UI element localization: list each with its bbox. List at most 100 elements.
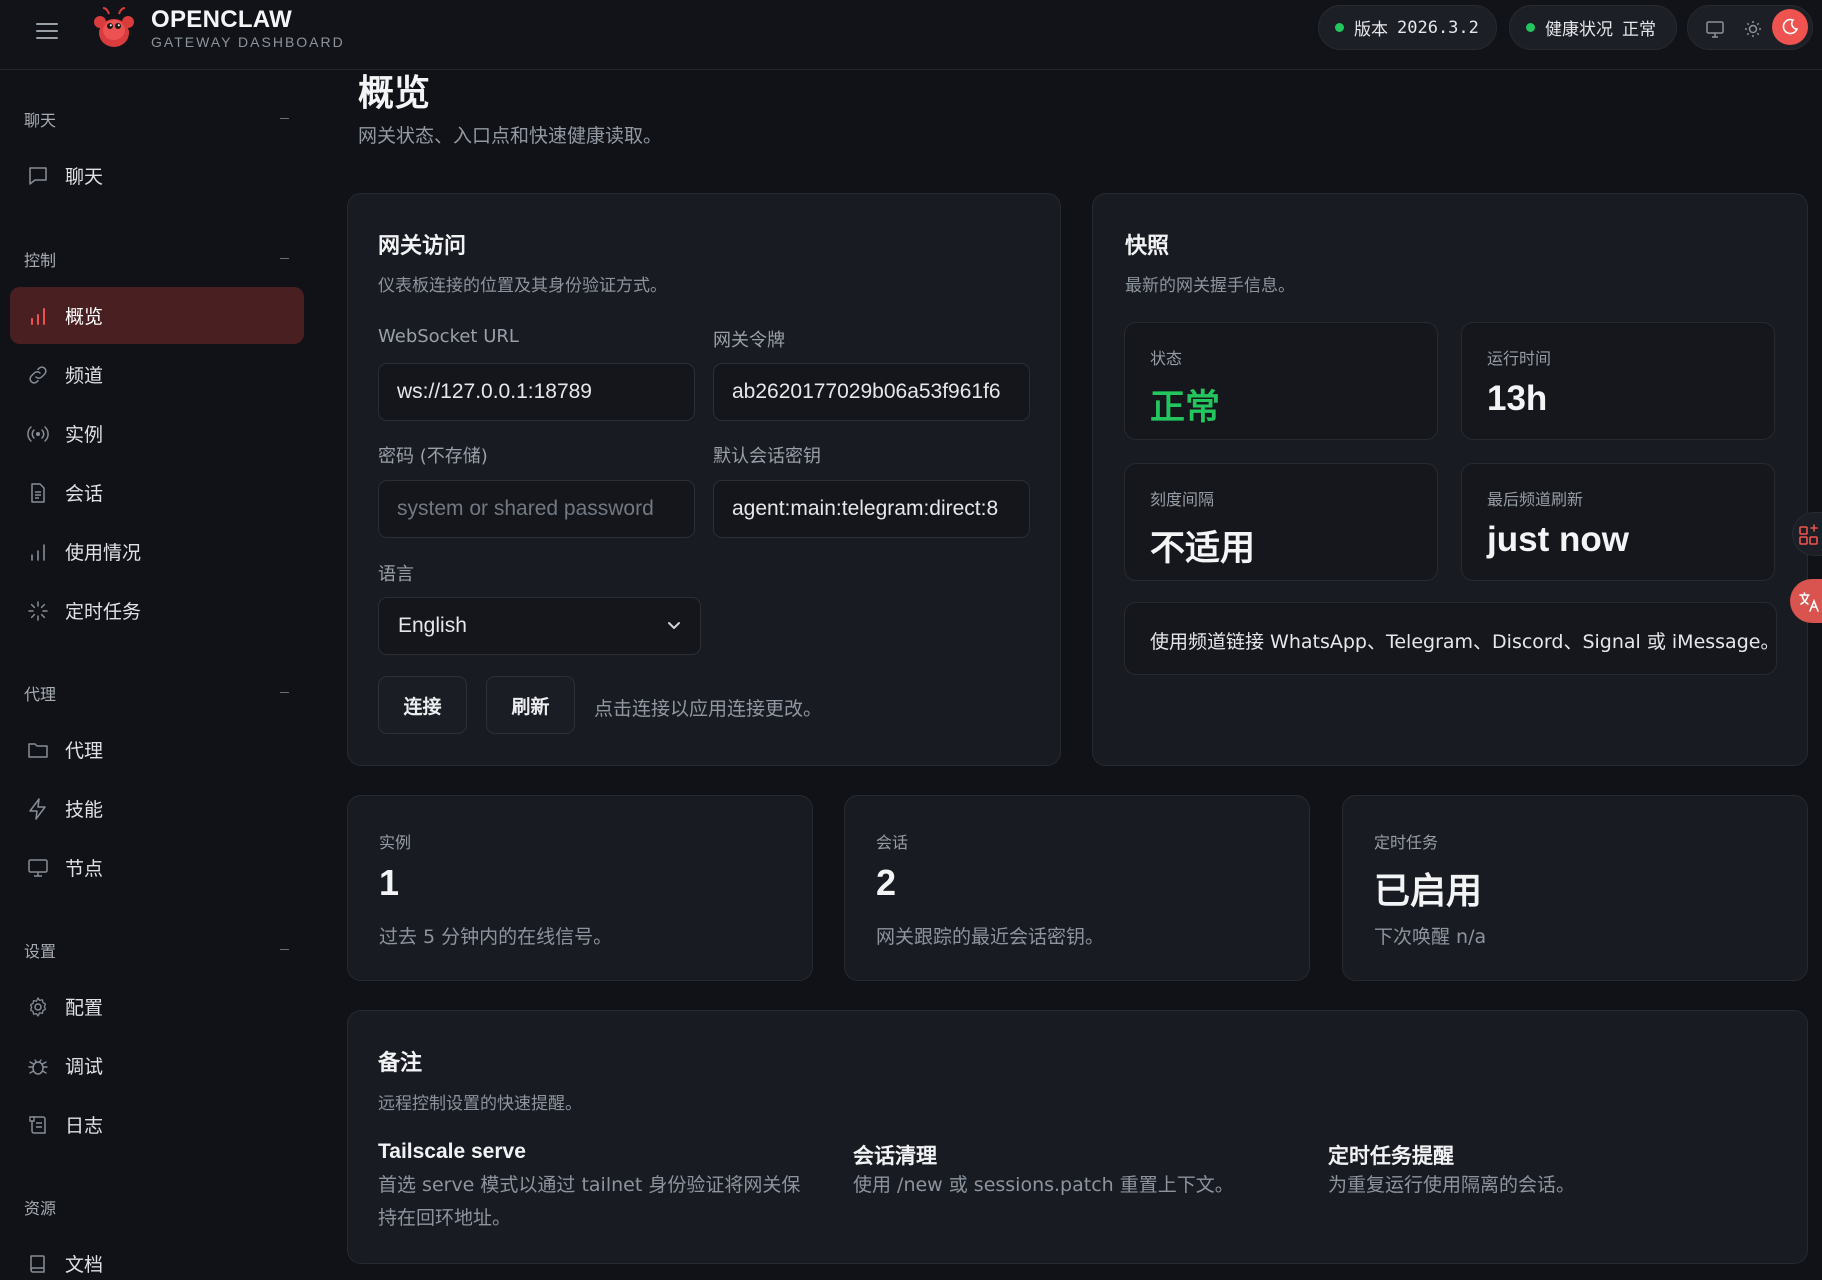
sidebar-item-label: 配置 xyxy=(65,997,104,1019)
status-stat: 状态 正常 xyxy=(1124,322,1438,440)
bar-chart-icon xyxy=(31,544,45,561)
section-heading-agents: 代理 xyxy=(24,685,57,704)
notice-text: 使用频道链接 WhatsApp、Telegram、Discord、Signal … xyxy=(1150,631,1780,653)
websocket-url-label: WebSocket URL xyxy=(378,326,519,347)
collapse-chat-icon[interactable] xyxy=(280,118,289,119)
note-title: Tailscale serve xyxy=(378,1140,526,1163)
sidebar-item-skills[interactable]: 技能 xyxy=(10,780,304,837)
metric-description: 下次唤醒 n/a xyxy=(1374,926,1487,948)
sidebar-item-sessions[interactable]: 会话 xyxy=(10,464,304,521)
gateway-token-input[interactable] xyxy=(713,363,1030,421)
notes-card: 备注 远程控制设置的快速提醒。 Tailscale serve 首选 serve… xyxy=(347,1010,1808,1264)
sidebar-item-chat[interactable]: 聊天 xyxy=(10,147,304,204)
metric-value: 1 xyxy=(379,862,400,903)
bug-icon xyxy=(28,1059,48,1075)
card-title: 备注 xyxy=(378,1051,423,1076)
sidebar-item-logs[interactable]: 日志 xyxy=(10,1096,304,1153)
password-input[interactable] xyxy=(378,480,695,538)
moon-theme-button[interactable] xyxy=(1772,9,1808,45)
log-icon xyxy=(29,1116,46,1134)
note-line: 持在回环地址。 xyxy=(378,1207,512,1229)
link-icon xyxy=(29,366,47,384)
stat-label: 运行时间 xyxy=(1487,349,1552,368)
sidebar-item-overview[interactable]: 概览 xyxy=(10,287,304,344)
cron-metric-card: 定时任务 已启用 下次唤醒 n/a xyxy=(1342,795,1808,981)
language-select[interactable]: English xyxy=(378,597,701,655)
stat-value: just now xyxy=(1487,520,1629,559)
sidebar-item-label: 概览 xyxy=(65,306,104,328)
health-badge: 健康状况 正常 xyxy=(1509,5,1677,50)
moon-icon xyxy=(1782,18,1799,35)
note-text: 使用 /new 或 sessions.patch 重置上下文。 xyxy=(853,1169,1293,1202)
chat-bubble-icon xyxy=(29,167,47,185)
collapse-agents-icon[interactable] xyxy=(280,692,289,693)
card-subtitle: 仪表板连接的位置及其身份验证方式。 xyxy=(378,276,667,296)
sidebar-item-docs[interactable]: 文档 xyxy=(10,1235,304,1280)
translate-icon xyxy=(1799,592,1819,612)
card-title: 网关访问 xyxy=(378,234,467,259)
sidebar-item-instances[interactable]: 实例 xyxy=(10,405,304,462)
section-heading-resources: 资源 xyxy=(24,1199,57,1218)
sidebar-item-agents[interactable]: 代理 xyxy=(10,721,304,778)
sun-icon[interactable] xyxy=(1742,18,1764,40)
lobster-logo-icon xyxy=(94,7,134,47)
note-line: 为重复运行使用隔离的会话。 xyxy=(1328,1174,1576,1196)
brand-name: OPENCLAW xyxy=(151,6,293,33)
version-badge: 版本 2026.3.2 xyxy=(1318,5,1497,50)
sidebar-item-channels[interactable]: 频道 xyxy=(10,346,304,403)
sidebar-item-cron[interactable]: 定时任务 xyxy=(10,582,304,639)
note-title: 定时任务提醒 xyxy=(1328,1145,1454,1168)
sidebar-item-debug[interactable]: 调试 xyxy=(10,1037,304,1094)
language-select-value: English xyxy=(398,614,467,637)
sidebar-item-label: 节点 xyxy=(65,858,104,880)
card-title: 快照 xyxy=(1125,234,1170,259)
broadcast-icon xyxy=(27,426,49,442)
sidebar-item-label: 日志 xyxy=(65,1115,104,1137)
metric-description: 网关跟踪的最近会话密钥。 xyxy=(876,926,1105,948)
stat-label: 状态 xyxy=(1150,349,1183,368)
sidebar-item-label: 实例 xyxy=(65,424,104,446)
stat-value: 13h xyxy=(1487,379,1548,418)
sidebar-item-usage[interactable]: 使用情况 xyxy=(10,523,304,580)
status-dot-icon xyxy=(1526,23,1535,32)
metric-value: 2 xyxy=(876,862,897,903)
default-session-key-label: 默认会话密钥 xyxy=(713,446,821,467)
metric-description: 过去 5 分钟内的在线信号。 xyxy=(379,926,613,948)
card-subtitle: 最新的网关握手信息。 xyxy=(1125,276,1295,296)
sidebar-item-label: 聊天 xyxy=(65,166,104,188)
sidebar-item-config[interactable]: 配置 xyxy=(10,978,304,1035)
gateway-access-card: 网关访问 仪表板连接的位置及其身份验证方式。 WebSocket URL 网关令… xyxy=(347,193,1061,766)
sidebar-item-label: 技能 xyxy=(65,799,104,821)
note-line: 使用 /new 或 sessions.patch 重置上下文。 xyxy=(853,1174,1234,1196)
grid-sparkle-icon xyxy=(1799,524,1818,545)
sidebar-item-label: 使用情况 xyxy=(65,542,142,564)
book-icon xyxy=(30,1255,45,1273)
channel-link-notice: 使用频道链接 WhatsApp、Telegram、Discord、Signal … xyxy=(1124,602,1780,675)
collapse-settings-icon[interactable] xyxy=(280,949,289,950)
metric-label: 会话 xyxy=(876,833,909,852)
stat-label: 刻度间隔 xyxy=(1150,490,1215,509)
default-session-key-input[interactable] xyxy=(713,480,1030,538)
metric-value: 已启用 xyxy=(1374,870,1483,911)
top-bar: OPENCLAW GATEWAY DASHBOARD 版本 2026.3.2 健… xyxy=(0,0,1822,70)
instances-metric-card: 实例 1 过去 5 分钟内的在线信号。 xyxy=(347,795,813,981)
monitor-icon[interactable] xyxy=(1704,18,1726,40)
websocket-url-input[interactable] xyxy=(378,363,695,421)
menu-icon[interactable] xyxy=(34,17,62,45)
note-text: 首选 serve 模式以通过 tailnet 身份验证将网关保 持在回环地址。 xyxy=(378,1169,818,1235)
stat-label: 最后频道刷新 xyxy=(1487,490,1584,509)
version-label: 版本 xyxy=(1354,20,1388,40)
theme-toolbar xyxy=(1687,5,1813,50)
connect-button[interactable]: 连接 xyxy=(378,676,467,734)
metric-label: 定时任务 xyxy=(1374,833,1439,852)
sidebar: 聊天 聊天 控制 概览 频道 实例 会话 使用情况 定时任务 代理 代理 技能 xyxy=(0,71,320,1280)
bar-chart-icon xyxy=(31,308,45,325)
sessions-metric-card: 会话 2 网关跟踪的最近会话密钥。 xyxy=(844,795,1310,981)
note-text: 为重复运行使用隔离的会话。 xyxy=(1328,1169,1768,1202)
spinner-icon xyxy=(28,601,48,621)
collapse-control-icon[interactable] xyxy=(280,258,289,259)
page-title: 概览 xyxy=(358,73,431,114)
sidebar-item-nodes[interactable]: 节点 xyxy=(10,839,304,896)
refresh-button[interactable]: 刷新 xyxy=(486,676,575,734)
sidebar-item-label: 调试 xyxy=(65,1056,104,1078)
